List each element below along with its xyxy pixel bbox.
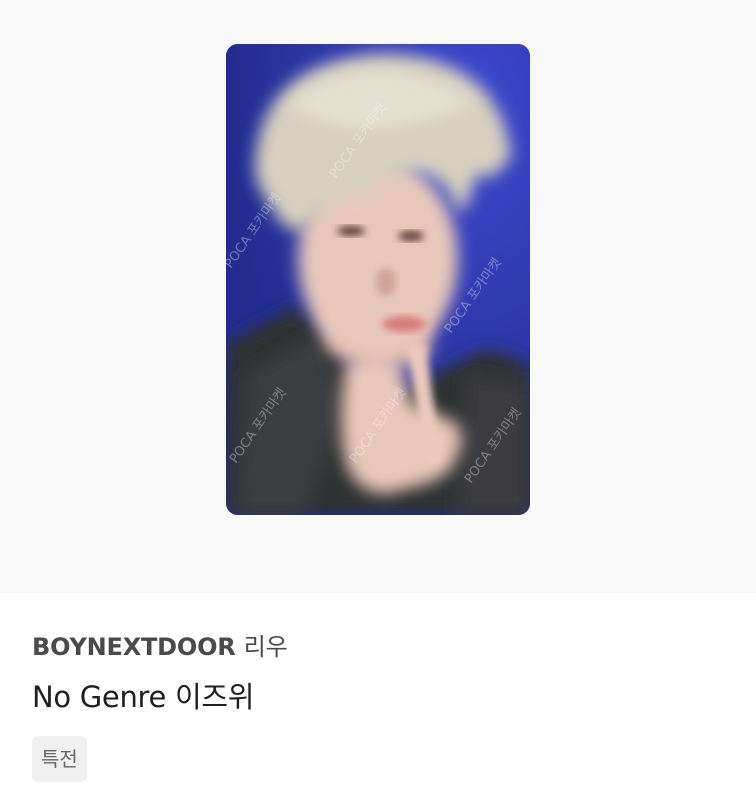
- product-info: BOYNEXTDOOR 리우 No Genre 이즈위 특전: [0, 593, 756, 810]
- album-title: No Genre 이즈위: [32, 680, 255, 714]
- artist-line: BOYNEXTDOOR 리우: [32, 632, 288, 662]
- photocard-image[interactable]: POCA 포카마켓 POCA 포카마켓 POCA 포카마켓 POCA 포카마켓 …: [226, 44, 530, 515]
- product-detail-page: POCA 포카마켓 POCA 포카마켓 POCA 포카마켓 POCA 포카마켓 …: [0, 0, 756, 810]
- benefit-tag: 특전: [32, 736, 87, 782]
- product-image-area: POCA 포카마켓 POCA 포카마켓 POCA 포카마켓 POCA 포카마켓 …: [0, 0, 756, 593]
- member-name: 리우: [243, 633, 288, 661]
- artist-name: BOYNEXTDOOR: [32, 633, 236, 661]
